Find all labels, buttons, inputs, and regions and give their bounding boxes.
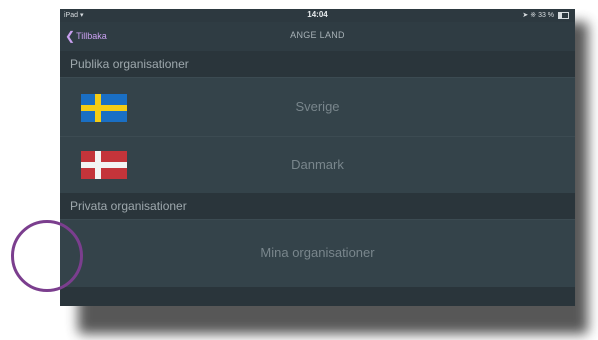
location-icon: ➤: [522, 12, 529, 19]
bluetooth-icon: ※: [530, 12, 537, 19]
battery-icon: [558, 11, 569, 19]
status-time: 14:04: [307, 10, 328, 19]
page-title: ANGE LAND: [290, 30, 345, 40]
status-right: ➤ ※ 33 %: [522, 11, 569, 19]
section-header-private: Privata organisationer: [60, 193, 575, 219]
section-header-public: Publika organisationer: [60, 51, 575, 77]
list-item-sverige[interactable]: Sverige: [60, 77, 575, 136]
country-label-sverige: Sverige: [295, 99, 340, 114]
empty-footer-area: [60, 287, 575, 306]
private-item-label: Mina organisationer: [260, 245, 375, 260]
ipad-screen: iPad ▾ 14:04 ➤ ※ 33 % ❮Tillbaka ANGE LAN…: [60, 9, 575, 306]
battery-percent: 33 %: [538, 12, 555, 19]
touch-indicator-icon: [11, 220, 83, 292]
screenshot-stage: iPad ▾ 14:04 ➤ ※ 33 % ❮Tillbaka ANGE LAN…: [0, 0, 598, 340]
status-bar: iPad ▾ 14:04 ➤ ※ 33 %: [60, 9, 575, 22]
country-label-danmark: Danmark: [291, 157, 344, 172]
list-item-mina-organisationer[interactable]: Mina organisationer: [60, 219, 575, 287]
list-item-danmark[interactable]: Danmark: [60, 136, 575, 193]
